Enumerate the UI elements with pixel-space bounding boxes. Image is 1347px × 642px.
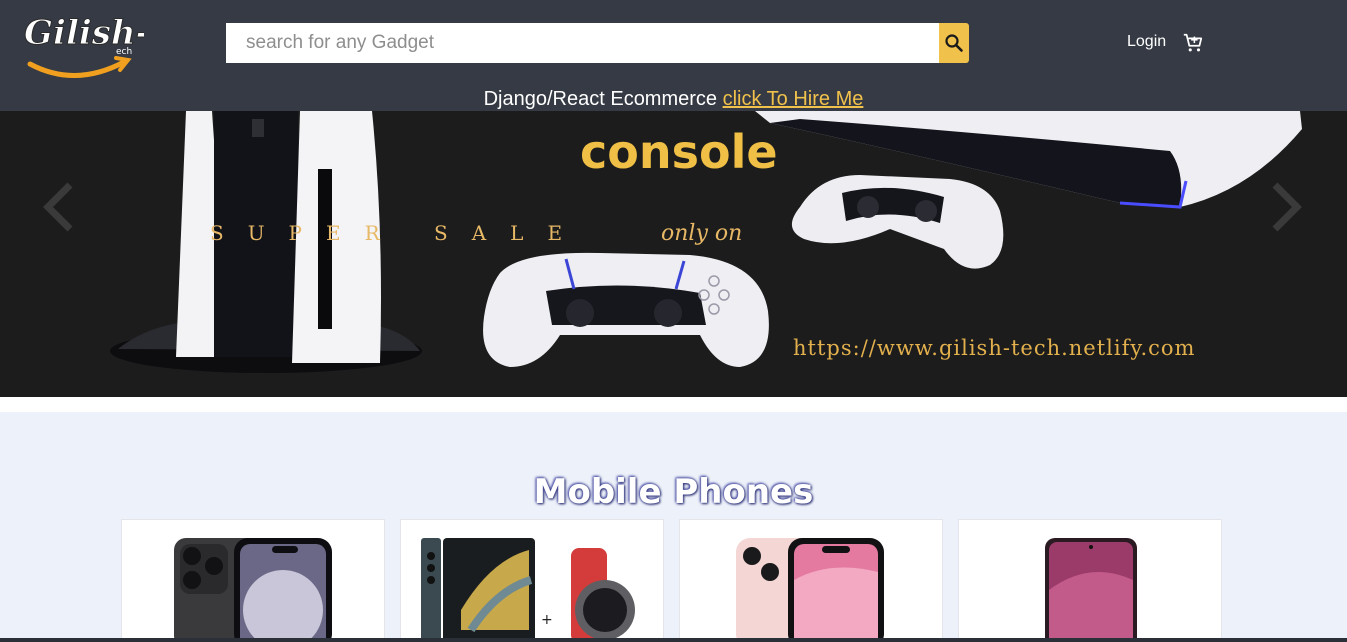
logo-graphic: Gilish-T ech: [24, 13, 144, 78]
product-card[interactable]: +: [400, 519, 664, 642]
mobile-phones-section: Mobile Phones +: [0, 412, 1347, 642]
search-button[interactable]: [939, 23, 969, 63]
promo-banner: Django/React Ecommerce click To Hire Me: [0, 87, 1347, 111]
section-divider: [0, 397, 1347, 412]
pink-android-phone-image: [1045, 538, 1137, 641]
iphone-13-pink-image: [736, 538, 884, 641]
banner-url: https://www.gilish-tech.netlify.com: [793, 336, 1196, 360]
svg-text:ech: ech: [116, 47, 132, 57]
magnifier-icon: [945, 34, 963, 52]
iphone-14-pro-image: [174, 538, 332, 641]
chevron-left-icon[interactable]: [40, 179, 80, 235]
banner-only-on: only on: [661, 221, 743, 246]
site-logo[interactable]: Gilish-T ech: [20, 4, 144, 86]
cart-icon[interactable]: [1182, 32, 1204, 54]
galaxy-fold-watch-image: +: [419, 538, 635, 641]
banner-tagline: SUPER SALE: [210, 221, 587, 245]
product-card[interactable]: [958, 519, 1222, 642]
search-input[interactable]: [226, 23, 939, 63]
svg-text:+: +: [541, 612, 553, 628]
chevron-right-icon[interactable]: [1265, 179, 1305, 235]
promo-text: Django/React Ecommerce: [483, 88, 723, 110]
banner-headline: console: [580, 125, 778, 179]
hero-carousel: console SUPER SALE only on https://www.g…: [0, 111, 1347, 397]
hire-me-link[interactable]: click To Hire Me: [723, 88, 864, 110]
section-title: Mobile Phones: [533, 472, 814, 512]
top-navbar: Gilish-T ech Login Django/React Ecommerc…: [0, 0, 1347, 111]
product-card[interactable]: [679, 519, 943, 642]
product-card[interactable]: [121, 519, 385, 642]
taskbar-edge: [0, 638, 1347, 642]
login-link[interactable]: Login: [1127, 32, 1166, 52]
search-bar: [226, 23, 969, 63]
